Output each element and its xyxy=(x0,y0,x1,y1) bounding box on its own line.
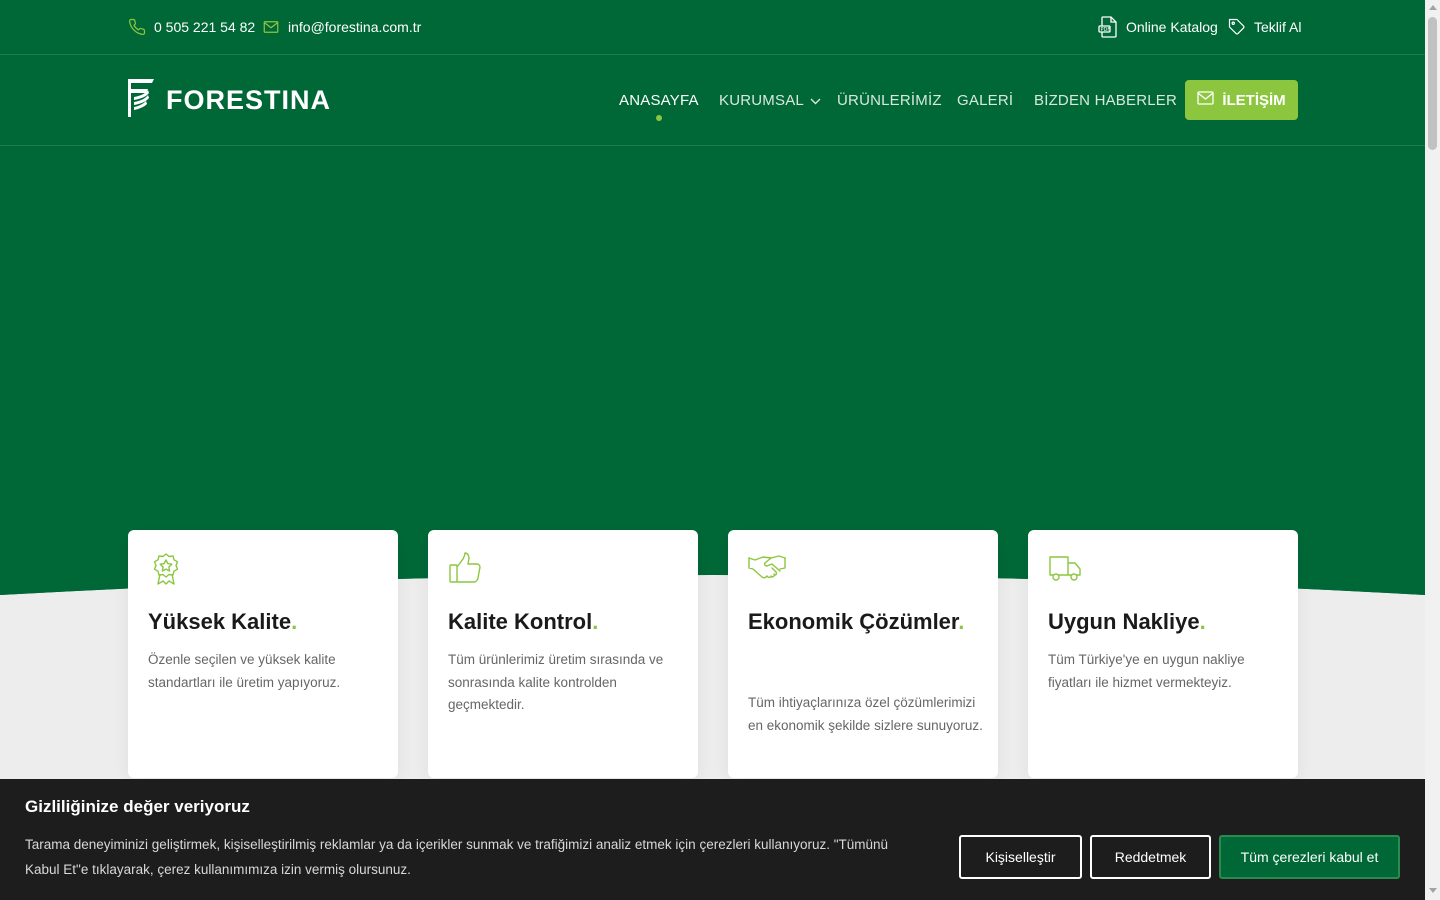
contact-button-label: İLETİŞİM xyxy=(1222,91,1286,109)
feature-text: Özenle seçilen ve yüksek kalite standart… xyxy=(148,652,341,690)
nav-galeri[interactable]: GALERİ xyxy=(957,55,1013,145)
hero-banner xyxy=(0,146,1425,595)
scroll-up-arrow-icon[interactable] xyxy=(1429,5,1437,10)
feature-text: Tüm ürünlerimiz üretim sırasında ve sonr… xyxy=(448,652,664,712)
nav-anasayfa[interactable]: ANASAYFA xyxy=(619,55,699,145)
feature-title: Yüksek Kalite. xyxy=(148,609,298,634)
feature-title: Kalite Kontrol. xyxy=(448,609,599,634)
feature-title: Uygun Nakliye. xyxy=(1048,609,1206,634)
contact-button[interactable]: İLETİŞİM xyxy=(1185,80,1298,120)
pdf-document-icon: PDF xyxy=(1098,16,1118,38)
online-catalog-label: Online Katalog xyxy=(1126,19,1218,35)
forestina-leaf-icon xyxy=(128,78,156,122)
cookie-text: Tarama deneyiminizi geliştirmek, kişisel… xyxy=(25,837,889,877)
scrollbar-thumb[interactable] xyxy=(1428,17,1437,150)
feature-card-quality: Yüksek Kalite. Özenle seçilen ve yüksek … xyxy=(128,530,398,778)
site-logo[interactable]: FORESTINA xyxy=(128,78,332,122)
top-contact-bar: 0 505 221 54 82 info@forestina.com.tr PD… xyxy=(0,0,1425,55)
svg-text:PDF: PDF xyxy=(1101,27,1111,33)
envelope-icon xyxy=(1197,91,1214,109)
cookie-consent-banner: Gizliliğinize değer veriyoruz Tarama den… xyxy=(0,779,1425,900)
phone-number: 0 505 221 54 82 xyxy=(154,19,256,35)
tag-icon xyxy=(1228,18,1246,36)
email-link[interactable]: info@forestina.com.tr xyxy=(262,0,421,54)
mail-icon xyxy=(262,18,280,36)
scroll-down-arrow-icon[interactable] xyxy=(1429,888,1437,893)
phone-link[interactable]: 0 505 221 54 82 xyxy=(128,0,255,54)
main-header: FORESTINA ANASAYFA KURUMSAL ÜRÜNLERİMİZ … xyxy=(0,55,1425,146)
feature-title: Ekonomik Çözümler. xyxy=(748,609,965,634)
award-badge-icon xyxy=(148,552,184,591)
nav-urunlerimiz[interactable]: ÜRÜNLERİMİZ xyxy=(837,55,942,145)
active-indicator-dot xyxy=(655,115,662,121)
feature-card-economic-solutions: Ekonomik Çözümler. Tüm ihtiyaçlarınıza ö… xyxy=(728,530,998,778)
cookie-reject-button[interactable]: Reddetmek xyxy=(1090,835,1211,879)
email-address: info@forestina.com.tr xyxy=(288,19,422,35)
nav-label: BİZDEN HABERLER xyxy=(1034,91,1178,109)
truck-icon xyxy=(1048,552,1082,589)
logo-text: FORESTINA xyxy=(166,84,332,115)
nav-bizden-haberler[interactable]: BİZDEN HABERLER xyxy=(1034,55,1177,145)
cookie-accept-all-button[interactable]: Tüm çerezleri kabul et xyxy=(1219,835,1400,879)
phone-icon xyxy=(128,18,146,36)
feature-card-affordable-shipping: Uygun Nakliye. Tüm Türkiye'ye en uygun n… xyxy=(1028,530,1298,778)
handshake-icon xyxy=(748,552,786,587)
nav-kurumsal[interactable]: KURUMSAL xyxy=(719,55,821,145)
nav-label: KURUMSAL xyxy=(719,91,804,109)
feature-text: Tüm ihtiyaçlarınıza özel çözümlerimizi e… xyxy=(748,695,983,733)
quote-link[interactable]: Teklif Al xyxy=(1228,0,1301,54)
cookie-customize-button[interactable]: Kişiselleştir xyxy=(959,835,1082,879)
feature-text: Tüm Türkiye'ye en uygun nakliye fiyatlar… xyxy=(1048,652,1245,690)
thumbs-up-icon xyxy=(448,552,482,589)
cookie-title: Gizliliğinize değer veriyoruz xyxy=(25,797,250,816)
nav-label: GALERİ xyxy=(957,91,1014,109)
chevron-down-icon xyxy=(810,92,821,109)
feature-card-quality-control: Kalite Kontrol. Tüm ürünlerimiz üretim s… xyxy=(428,530,698,778)
nav-label: ANASAYFA xyxy=(619,91,699,109)
page-scrollbar[interactable] xyxy=(1425,0,1440,900)
quote-label: Teklif Al xyxy=(1254,19,1302,35)
nav-label: ÜRÜNLERİMİZ xyxy=(837,91,942,109)
online-catalog-link[interactable]: PDF Online Katalog xyxy=(1098,0,1218,54)
